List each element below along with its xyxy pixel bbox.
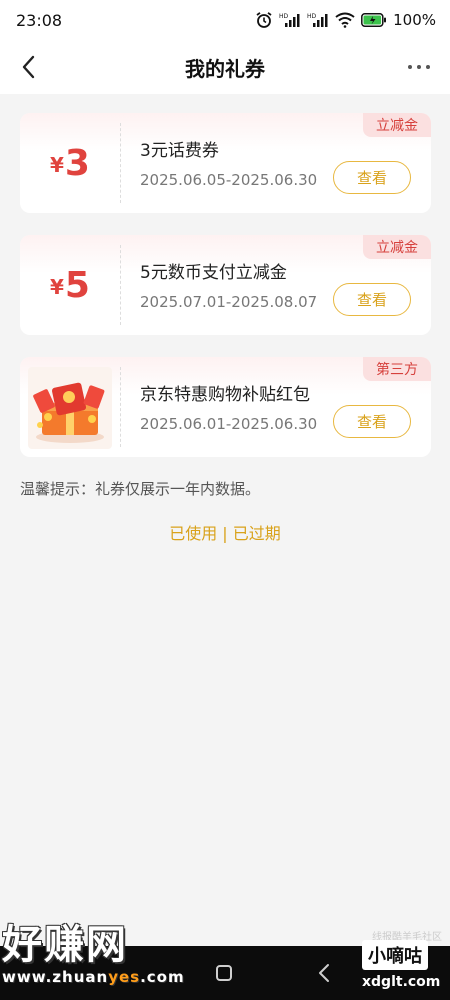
coupon-card: 京东特惠购物补贴红包 2025.06.01-2025.06.30 第三方 查看 [20,357,431,457]
dashed-divider [120,245,121,325]
coupon-tag: 第三方 [363,357,431,381]
tip-text: 温馨提示：礼券仅展示一年内数据。 [20,480,261,498]
coupon-amount: ¥ 5 [20,235,120,335]
coupon-name: 3元话费券 [140,141,219,161]
back-triangle-icon[interactable] [318,963,330,983]
link-separator: | [222,524,228,543]
chevron-left-icon [22,55,35,79]
hd-signal-icon: HD [307,13,328,27]
status-icons: HD HD 100% [255,11,436,29]
back-button[interactable] [14,52,44,82]
watermark-title: 好赚网 [2,921,128,968]
coupon-card: ¥ 3 3元话费券 2025.06.05-2025.06.30 立减金 查看 [20,113,431,213]
battery-icon [361,13,387,27]
more-dots-icon [408,65,430,69]
coupon-value: 5 [64,264,90,306]
currency-symbol: ¥ [50,153,64,177]
dashed-divider [120,367,121,447]
view-button[interactable]: 查看 [333,405,411,438]
hd-signal-icon: HD [279,13,300,27]
coupon-tag: 立减金 [363,235,431,259]
coupon-date: 2025.06.01-2025.06.30 [140,415,318,433]
coupon-date: 2025.07.01-2025.08.07 [140,293,318,311]
status-time: 23:08 [16,10,63,30]
coupon-tag: 立减金 [363,113,431,137]
header: 我的礼券 [0,40,450,94]
coupon-name: 京东特惠购物补贴红包 [140,385,310,405]
view-button[interactable]: 查看 [333,161,411,194]
watermark-url-part: www.zhuan [2,968,109,986]
wifi-icon [335,12,355,28]
watermark-left: 好赚网 www.zhuanyes.com [2,922,192,990]
page-title: 我的礼券 [185,56,265,81]
status-bar: 23:08 HD HD 100% [0,0,450,40]
battery-percent: 100% [393,11,436,29]
coupon-name: 5元数币支付立减金 [140,263,287,283]
svg-text:HD: HD [307,13,317,20]
watermark-tag: 小嘀咕 [362,940,428,970]
currency-symbol: ¥ [50,275,64,299]
watermark-url-part: yes [108,968,141,986]
watermark-url-part: .com [140,968,185,986]
coupon-card: ¥ 5 5元数币支付立减金 2025.07.01-2025.08.07 立减金 … [20,235,431,335]
coupon-date: 2025.06.05-2025.06.30 [140,171,318,189]
alarm-icon [256,12,272,28]
coupon-list: ¥ 3 3元话费券 2025.06.05-2025.06.30 立减金 查看 ¥… [20,113,431,479]
coupon-value: 3 [64,142,90,184]
history-links: 已使用 | 已过期 [0,520,450,544]
dashed-divider [120,123,121,203]
home-icon[interactable] [216,965,232,981]
view-button[interactable]: 查看 [333,283,411,316]
coupon-amount: ¥ 3 [20,113,120,213]
watermark-url: www.zhuanyes.com [2,968,192,986]
more-button[interactable] [404,54,434,80]
used-link[interactable]: 已使用 [169,524,217,543]
watermark-right: 小嘀咕 xdglt.com [362,940,448,990]
red-envelope-gift-icon [28,367,112,449]
svg-text:HD: HD [279,13,289,20]
watermark-site: xdglt.com [362,974,441,990]
expired-link[interactable]: 已过期 [233,524,281,543]
